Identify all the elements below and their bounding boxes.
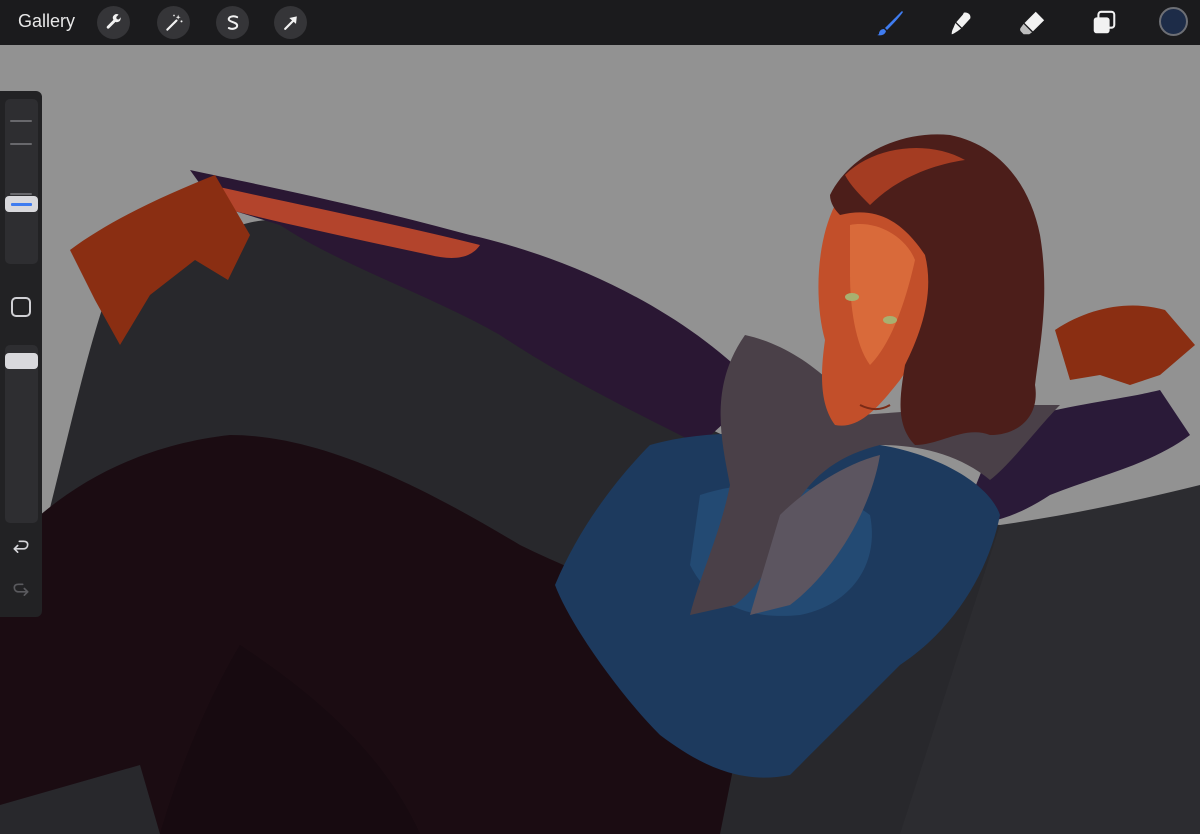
drawing-canvas[interactable] <box>0 45 1200 834</box>
color-picker-button[interactable] <box>1159 7 1188 36</box>
brush-size-slider[interactable] <box>5 99 38 264</box>
slider-tick <box>10 120 32 122</box>
actions-button[interactable] <box>97 6 130 39</box>
redo-button[interactable] <box>9 579 33 603</box>
slider-tick <box>10 143 32 145</box>
magic-wand-icon <box>165 14 182 31</box>
eraser-icon <box>1020 11 1045 35</box>
opacity-thumb[interactable] <box>5 353 38 370</box>
gallery-button[interactable]: Gallery <box>18 11 75 32</box>
opacity-slider[interactable] <box>5 345 38 523</box>
modify-button[interactable] <box>11 297 31 317</box>
size-indicator <box>11 202 32 206</box>
eraser-tool[interactable] <box>1016 7 1048 39</box>
selection-s-icon <box>227 14 238 30</box>
brush-tool[interactable] <box>874 7 906 39</box>
redo-icon <box>13 583 29 596</box>
adjustments-button[interactable] <box>157 6 190 39</box>
transform-button[interactable] <box>274 6 307 39</box>
left-sidebar <box>0 91 42 617</box>
top-toolbar: Gallery <box>0 0 1200 45</box>
left-eye-shape <box>845 293 859 301</box>
wrench-icon <box>106 13 121 29</box>
brush-icon <box>877 11 903 36</box>
layers-icon <box>1093 10 1116 34</box>
brush-size-thumb[interactable] <box>5 195 38 212</box>
undo-icon <box>13 540 29 553</box>
right-eye-shape <box>883 316 897 324</box>
layers-button[interactable] <box>1088 7 1120 39</box>
smudge-tool[interactable] <box>945 7 977 39</box>
smudge-icon <box>951 12 971 35</box>
undo-button[interactable] <box>9 536 33 560</box>
selection-button[interactable] <box>216 6 249 39</box>
slider-tick <box>10 193 32 195</box>
transform-arrow-icon <box>283 15 297 30</box>
